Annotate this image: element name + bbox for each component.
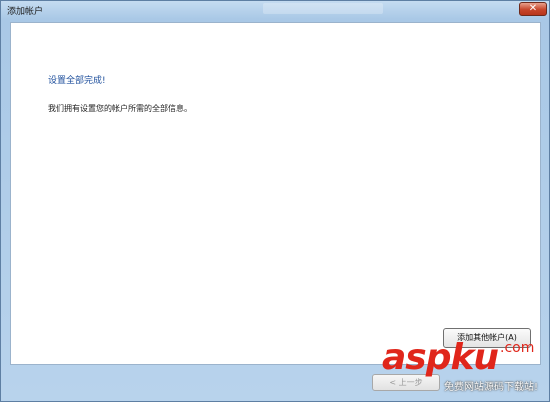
- add-other-account-button[interactable]: 添加其他帐户(A): [443, 328, 531, 348]
- setup-complete-message: 我们拥有设置您的帐户所需的全部信息。: [48, 104, 192, 113]
- previous-button[interactable]: < 上一步: [372, 374, 440, 391]
- window-title: 添加帐户: [7, 7, 44, 17]
- setup-complete-heading: 设置全部完成!: [48, 76, 106, 86]
- title-bar-ghost: [263, 3, 383, 14]
- close-icon: ✕: [528, 3, 538, 14]
- dialog-window: 添加帐户 ✕ 设置全部完成! 我们拥有设置您的帐户所需的全部信息。 添加其他帐户…: [0, 0, 550, 402]
- content-panel: 设置全部完成! 我们拥有设置您的帐户所需的全部信息。 添加其他帐户(A): [10, 22, 541, 365]
- dialog-footer: < 上一步: [10, 367, 541, 401]
- close-button[interactable]: ✕: [519, 2, 547, 16]
- title-bar[interactable]: 添加帐户 ✕: [1, 1, 549, 20]
